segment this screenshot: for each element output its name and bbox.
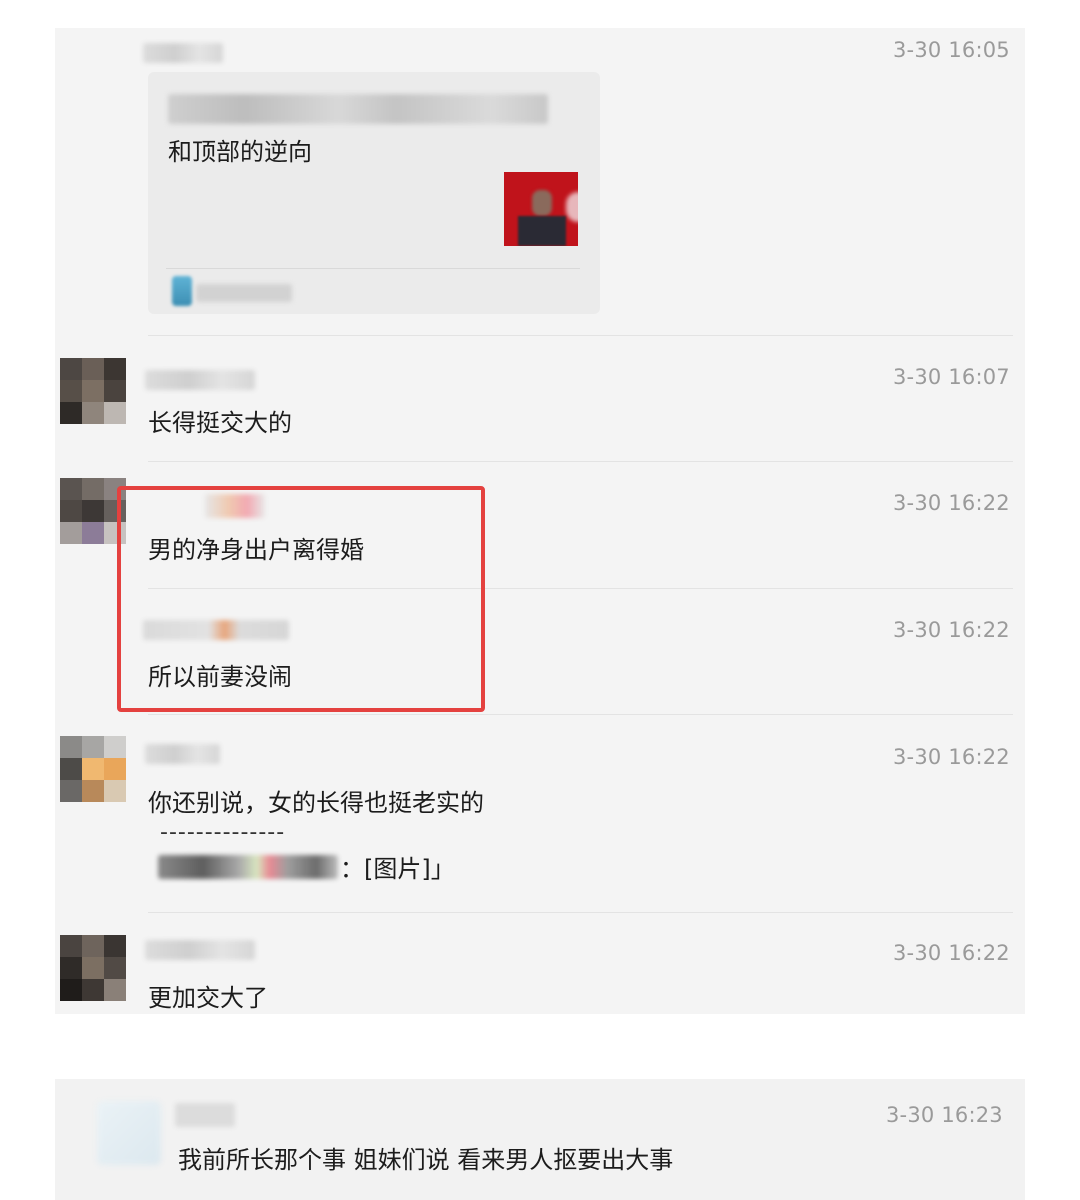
username-blurred	[145, 744, 220, 764]
card-thumbnail-image	[504, 172, 578, 246]
highlight-box	[117, 486, 485, 712]
message-text: 我前所长那个事 姐妹们说 看来男人抠要出大事	[178, 1146, 674, 1174]
quoted-post-card[interactable]: 和顶部的逆向	[148, 72, 600, 314]
message-timestamp: 3-30 16:22	[893, 618, 1010, 642]
message-divider	[148, 714, 1013, 715]
message-text: 你还别说，女的长得也挺老实的	[148, 789, 484, 817]
message-text: 长得挺交大的	[148, 409, 292, 437]
card-text-blurred	[168, 94, 548, 124]
avatar[interactable]	[97, 1101, 161, 1165]
avatar[interactable]	[60, 935, 126, 1001]
message-timestamp: 3-30 16:05	[893, 38, 1010, 62]
message-divider	[148, 912, 1013, 913]
card-divider	[166, 268, 580, 269]
avatar[interactable]	[60, 736, 126, 802]
message-timestamp: 3-30 16:22	[893, 491, 1010, 515]
message-timestamp: 3-30 16:22	[893, 745, 1010, 769]
username-blurred	[143, 43, 223, 63]
message-timestamp: 3-30 16:23	[886, 1103, 1003, 1127]
username-blurred	[175, 1103, 235, 1127]
message-divider	[148, 335, 1013, 336]
source-name-blurred	[196, 284, 292, 302]
quoted-content: ：[图片]」	[340, 855, 455, 883]
message-timestamp: 3-30 16:22	[893, 941, 1010, 965]
message-divider	[148, 461, 1013, 462]
message-text: 更加交大了	[148, 984, 268, 1012]
quoted-name-blurred	[158, 855, 338, 879]
username-blurred	[145, 940, 255, 960]
source-app-icon	[172, 276, 192, 306]
avatar[interactable]	[60, 358, 126, 424]
message-timestamp: 3-30 16:07	[893, 365, 1010, 389]
quote-divider: --------------	[160, 820, 286, 845]
card-text: 和顶部的逆向	[168, 138, 312, 166]
username-blurred	[145, 370, 255, 390]
